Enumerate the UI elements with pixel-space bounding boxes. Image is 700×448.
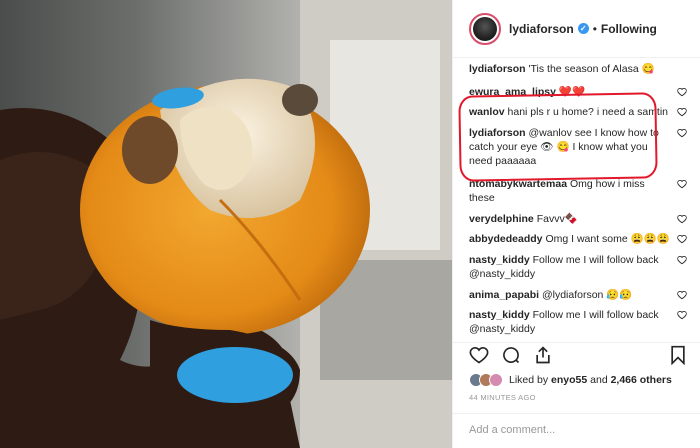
comment-item: nasty_kiddy Follow me I will follow back… [453, 308, 700, 336]
comment-text: hani pls r u home? i need a samtin [507, 106, 669, 118]
comment-text: Omg I want some 😩😩😩 [545, 233, 670, 245]
avatar[interactable] [469, 12, 501, 45]
post-timestamp: 44 MINUTES AGO [469, 393, 536, 402]
like-comment-heart-icon[interactable] [677, 310, 687, 320]
bookmark-icon[interactable] [669, 345, 687, 365]
comment-username[interactable]: nasty_kiddy [469, 254, 530, 266]
comment-text: Favvv🍫 [536, 213, 578, 225]
post-sidebar: lydiaforson ✓ • Following lydiaforson 'T… [452, 0, 700, 448]
likes-prefix: Liked by [509, 374, 552, 386]
like-comment-heart-icon[interactable] [677, 234, 687, 244]
like-comment-heart-icon[interactable] [677, 87, 687, 97]
comment-item: lydiaforson @wanlov see I know how to ca… [453, 126, 700, 168]
alasa-fruit-image [0, 0, 452, 448]
heart-icon[interactable] [469, 345, 489, 365]
comment-username[interactable]: verydelphine [469, 213, 534, 225]
comment-username[interactable]: abbydedeaddy [469, 233, 543, 245]
comment-item: wanlov hani pls r u home? i need a samti… [453, 105, 700, 119]
post-photo [0, 0, 452, 448]
comment-icon[interactable] [501, 345, 521, 365]
comment-item: anima_papabi @lydiaforson 😥😥 [453, 288, 700, 302]
action-icons [469, 345, 553, 367]
like-comment-heart-icon[interactable] [677, 128, 687, 138]
comment-item: lydiaforson 'Tis the season of Alasa 😋 [453, 62, 700, 76]
comment-item: abbydedeaddy Omg I want some 😩😩😩 [453, 232, 700, 246]
comment-username[interactable]: ewura_ama_lipsy [469, 86, 556, 98]
comment-text: ❤️❤️ [558, 86, 586, 98]
like-comment-heart-icon[interactable] [677, 255, 687, 265]
comment-username[interactable]: lydiaforson [469, 63, 526, 75]
avatar-image [473, 16, 497, 41]
following-button[interactable]: Following [601, 22, 657, 36]
comment-item: verydelphine Favvv🍫 [453, 212, 700, 226]
comment-item: ewura_ama_lipsy ❤️❤️ [453, 85, 700, 99]
comment-item: ntomabykwartemaa Omg how i miss these [453, 177, 700, 205]
post-actions: Liked by enyo55 and 2,466 others 44 MINU… [453, 342, 700, 448]
comment-text: @lydiaforson 😥😥 [541, 289, 633, 301]
likes-mid: and [587, 374, 611, 386]
likes-count[interactable]: 2,466 others [611, 374, 672, 386]
comment-item: nasty_kiddy Follow me I will follow back… [453, 253, 700, 281]
liker-avatar [489, 373, 503, 387]
comment-text: 'Tis the season of Alasa 😋 [528, 63, 655, 75]
verified-badge-icon: ✓ [577, 23, 589, 34]
add-comment-input[interactable]: Add a comment... [453, 413, 700, 448]
likes-summary[interactable]: Liked by enyo55 and 2,466 others [469, 373, 672, 387]
liker-username[interactable]: enyo55 [551, 374, 587, 386]
post-username[interactable]: lydiaforson [509, 22, 574, 36]
comment-username[interactable]: nasty_kiddy [469, 309, 530, 321]
comment-username[interactable]: anima_papabi [469, 289, 539, 301]
separator-dot: • [592, 21, 597, 36]
post-header: lydiaforson ✓ • Following [453, 0, 700, 58]
comment-username[interactable]: lydiaforson [469, 127, 526, 139]
like-comment-heart-icon[interactable] [677, 290, 687, 300]
comment-username[interactable]: ntomabykwartemaa [469, 178, 567, 190]
comments-list: lydiaforson 'Tis the season of Alasa 😋 e… [453, 62, 700, 336]
like-comment-heart-icon[interactable] [677, 179, 687, 189]
comment-username[interactable]: wanlov [469, 106, 505, 118]
share-icon[interactable] [533, 345, 553, 365]
like-comment-heart-icon[interactable] [677, 107, 687, 117]
like-comment-heart-icon[interactable] [677, 214, 687, 224]
likes-text: Liked by enyo55 and 2,466 others [509, 374, 672, 386]
